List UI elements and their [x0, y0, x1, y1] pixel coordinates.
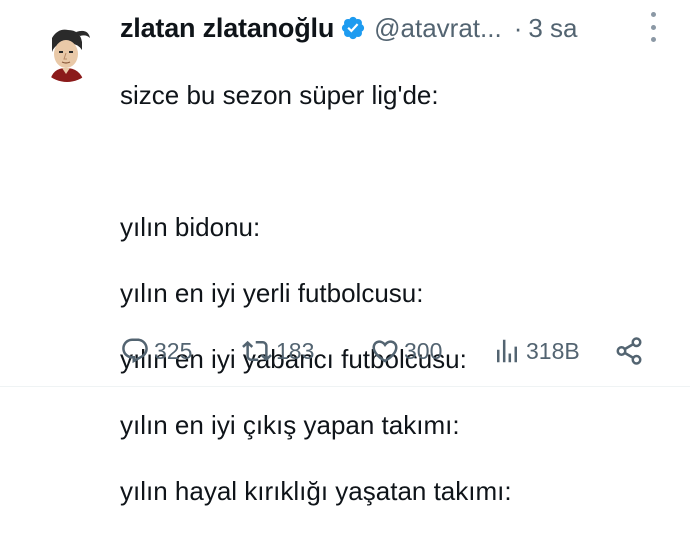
share-button[interactable]: [614, 334, 644, 368]
tweet-header: zlatan zlatanoğlu @atavrat... · 3 sa: [120, 8, 690, 48]
retweet-icon: [242, 340, 272, 362]
share-icon: [616, 337, 642, 365]
separator-dot: ·: [513, 12, 523, 43]
tweet-text-line: yılın hayal kırıklığı yaşatan takımı:: [120, 476, 512, 506]
display-name[interactable]: zlatan zlatanoğlu: [120, 13, 334, 44]
timestamp[interactable]: 3 sa: [528, 13, 577, 44]
views-count: 318B: [526, 337, 580, 364]
verified-badge-icon: [340, 15, 366, 41]
reply-count: 325: [154, 337, 193, 364]
like-count: 300: [404, 337, 443, 364]
avatar-illustration-icon: [38, 24, 96, 82]
heart-icon: [372, 340, 398, 363]
more-vertical-icon[interactable]: [646, 12, 660, 42]
handle[interactable]: @atavrat...: [374, 13, 502, 44]
retweet-button[interactable]: 183: [242, 334, 314, 368]
tweet-text-line: yılın en iyi çıkış yapan takımı:: [120, 410, 460, 440]
tweet[interactable]: zlatan zlatanoğlu @atavrat... · 3 sa siz…: [0, 0, 690, 506]
reply-button[interactable]: 325: [120, 334, 192, 368]
avatar[interactable]: [38, 24, 96, 82]
action-bar: 325 183 300 318B: [120, 334, 650, 368]
tweet-text-line: [120, 145, 680, 178]
divider: [0, 386, 690, 387]
views-bar-chart-icon: [497, 339, 517, 363]
tweet-text: sizce bu sezon süper lig'de: yılın bidon…: [120, 46, 680, 541]
retweet-count: 183: [276, 337, 315, 364]
views-button[interactable]: 318B: [492, 334, 580, 368]
like-button[interactable]: 300: [370, 334, 442, 368]
tweet-text-line: yılın en iyi yerli futbolcusu:: [120, 278, 424, 308]
tweet-text-line: yılın bidonu:: [120, 212, 261, 242]
reply-icon: [122, 338, 148, 364]
tweet-text-line: sizce bu sezon süper lig'de:: [120, 80, 439, 110]
